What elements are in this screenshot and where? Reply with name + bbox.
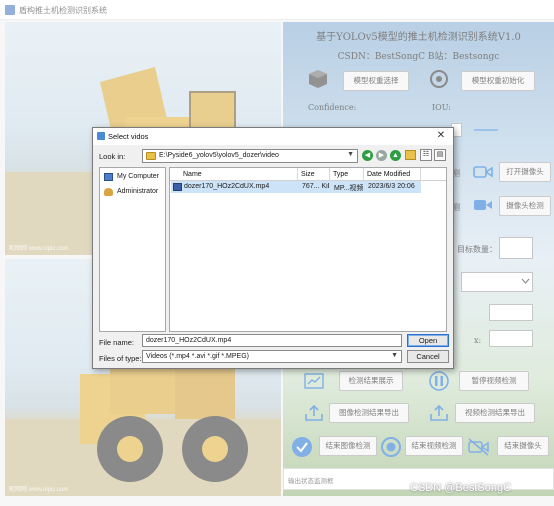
sidebar-item-label: Administrator <box>117 188 159 195</box>
new-folder-icon[interactable] <box>405 150 416 160</box>
column-type[interactable]: Type <box>333 171 348 178</box>
look-in-combo[interactable]: E:\Pyside6_yolov5\yolov5_dozer\video ▼ <box>142 149 358 163</box>
column-name[interactable]: Name <box>183 171 202 178</box>
folder-icon <box>146 152 156 160</box>
list-view-icon[interactable]: ☷ <box>420 149 432 161</box>
file-list: Name Size Type Date Modified dozer170_HO… <box>169 167 447 332</box>
file-type-value: Videos (*.mp4 *.avi *.gif *.MPEG) <box>146 353 249 360</box>
file-type-combo[interactable]: Videos (*.mp4 *.avi *.gif *.MPEG) ▼ <box>142 350 402 363</box>
user-icon <box>104 188 113 196</box>
sidebar-item-label: My Computer <box>117 173 160 180</box>
back-arrow-icon[interactable]: ◀ <box>362 150 373 161</box>
video-file-icon <box>173 183 182 191</box>
detail-view-icon[interactable]: ▤ <box>434 149 446 161</box>
forward-arrow-icon[interactable]: ▶ <box>376 150 387 161</box>
look-in-label: Look in: <box>99 152 126 161</box>
app-window: 盾构推土机检测识别系统 昵图网 www.nipic.com 昵图网 www.ni… <box>0 0 554 506</box>
file-name-label: File name: <box>99 338 135 347</box>
chevron-down-icon: ▼ <box>347 151 354 158</box>
dialog-title: Select vidos <box>108 132 149 141</box>
column-date[interactable]: Date Modified <box>367 171 410 178</box>
open-button[interactable]: Open <box>407 334 449 347</box>
file-name-input[interactable]: dozer170_HOz2CdUX.mp4 <box>142 334 402 347</box>
file-date-cell: 2023/6/3 20:06 <box>368 183 415 190</box>
file-size-cell: 767... KiB <box>302 183 329 190</box>
parent-dir-icon[interactable]: ▲ <box>390 150 401 161</box>
select-videos-dialog: Select vidos ✕ Look in: E:\Pyside6_yolov… <box>92 127 454 369</box>
file-row[interactable]: dozer170_HOz2CdUX.mp4 767... KiB MP...视频… <box>171 181 421 193</box>
file-type-cell: MP...视频 <box>334 185 364 192</box>
chevron-down-icon: ▼ <box>391 352 398 359</box>
file-type-label: Files of type: <box>99 354 142 363</box>
file-name-cell: dozer170_HOz2CdUX.mp4 <box>184 183 270 190</box>
computer-icon <box>104 173 113 181</box>
file-list-header: Name Size Type Date Modified <box>170 168 446 181</box>
column-size[interactable]: Size <box>301 171 315 178</box>
close-icon[interactable]: ✕ <box>435 130 447 141</box>
look-in-path: E:\Pyside6_yolov5\yolov5_dozer\video <box>159 152 279 159</box>
dialog-app-icon <box>97 132 105 140</box>
dialog-titlebar: Select vidos ✕ <box>93 128 453 145</box>
cancel-button[interactable]: Cancel <box>407 350 449 363</box>
csdn-watermark: CSDN @BestSongC <box>410 482 512 494</box>
dialog-sidebar: My Computer Administrator <box>99 167 166 332</box>
